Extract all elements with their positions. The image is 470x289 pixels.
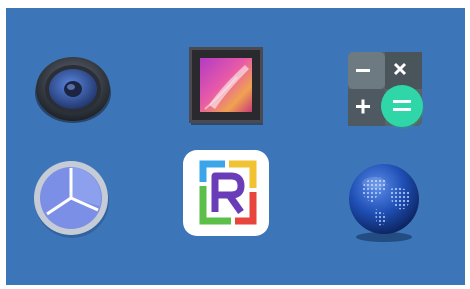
app-clock[interactable] [31, 158, 111, 238]
gallery-photo-icon [189, 47, 265, 127]
app-calculator[interactable] [346, 50, 428, 130]
app-grid [6, 8, 465, 285]
app-r[interactable] [181, 148, 271, 238]
r-logo-icon [181, 148, 271, 238]
calculator-icon [346, 50, 428, 130]
app-music-speaker[interactable] [34, 53, 112, 125]
app-browser-globe[interactable] [346, 163, 422, 243]
app-gallery[interactable] [189, 47, 265, 127]
clock-icon [31, 158, 111, 238]
globe-icon [346, 163, 422, 243]
speaker-icon [34, 53, 112, 125]
